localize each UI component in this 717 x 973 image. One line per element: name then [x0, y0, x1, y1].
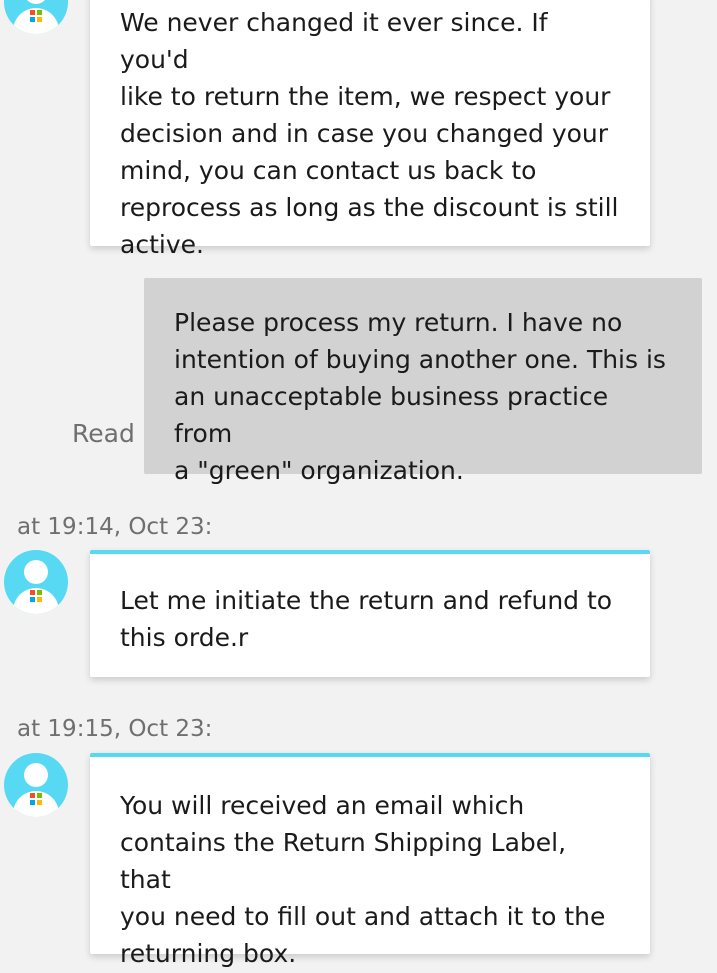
agent-avatar-icon [4, 0, 68, 34]
agent-message: You will received an email which contain… [90, 753, 650, 968]
windows-logo-icon [30, 10, 42, 22]
message-timestamp: at 19:14, Oct 23: [17, 514, 213, 540]
agent-avatar-icon [4, 753, 68, 817]
user-message: Please process my return. I have no inte… [144, 278, 702, 485]
agent-avatar-icon [4, 550, 68, 614]
message-timestamp: at 19:15, Oct 23: [17, 716, 213, 742]
agent-message: We never changed it ever since. If you'd… [90, 0, 650, 259]
agent-message: Let me initiate the return and refund to… [90, 550, 650, 677]
windows-logo-icon [30, 793, 42, 805]
windows-logo-icon [30, 590, 42, 602]
read-receipt: Read [72, 419, 135, 448]
